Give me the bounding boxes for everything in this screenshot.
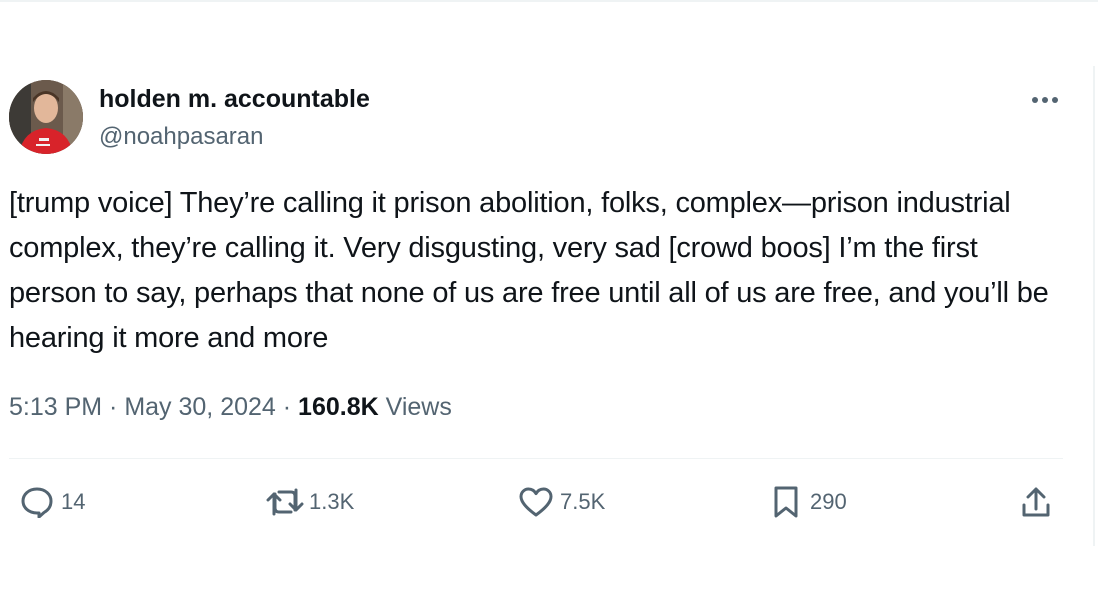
like-button[interactable]: 7.5K	[516, 482, 605, 522]
author-display-name[interactable]: holden m. accountable	[99, 84, 370, 114]
avatar-image	[9, 80, 83, 154]
author-handle[interactable]: @noahpasaran	[99, 122, 263, 152]
bookmark-count: 290	[810, 489, 847, 514]
meta-separator: ·	[102, 393, 125, 421]
share-upload-icon	[1016, 482, 1056, 522]
tweet-metadata: 5:13 PM · May 30, 2024 · 160.8K Views	[9, 392, 452, 422]
retweet-button[interactable]: 1.3K	[265, 482, 354, 522]
share-button[interactable]	[1016, 482, 1056, 522]
retweet-count: 1.3K	[309, 489, 355, 514]
tweet-text: [trump voice] They’re calling it prison …	[9, 187, 1049, 354]
retweet-arrows-icon	[265, 482, 305, 522]
avatar[interactable]	[9, 80, 83, 154]
bookmark-button[interactable]: 290	[766, 482, 847, 522]
bookmark-icon	[766, 482, 806, 522]
heart-icon	[516, 482, 556, 522]
speech-bubble-icon	[17, 482, 57, 522]
like-count: 7.5K	[560, 489, 606, 514]
views-count: 160.8K	[298, 393, 379, 421]
more-horizontal-icon	[1032, 97, 1058, 103]
more-options-button[interactable]	[1027, 88, 1063, 112]
actions-divider	[9, 458, 1063, 459]
views-label: Views	[378, 393, 452, 421]
tweet-card: holden m. accountable @noahpasaran [trum…	[0, 0, 1090, 594]
reply-count: 14	[61, 489, 86, 514]
tweet-time[interactable]: 5:13 PM	[9, 393, 102, 421]
tweet-date[interactable]: May 30, 2024	[124, 393, 276, 421]
reply-button[interactable]: 14	[17, 482, 85, 522]
meta-separator: ·	[275, 393, 299, 421]
right-divider	[1093, 66, 1095, 546]
